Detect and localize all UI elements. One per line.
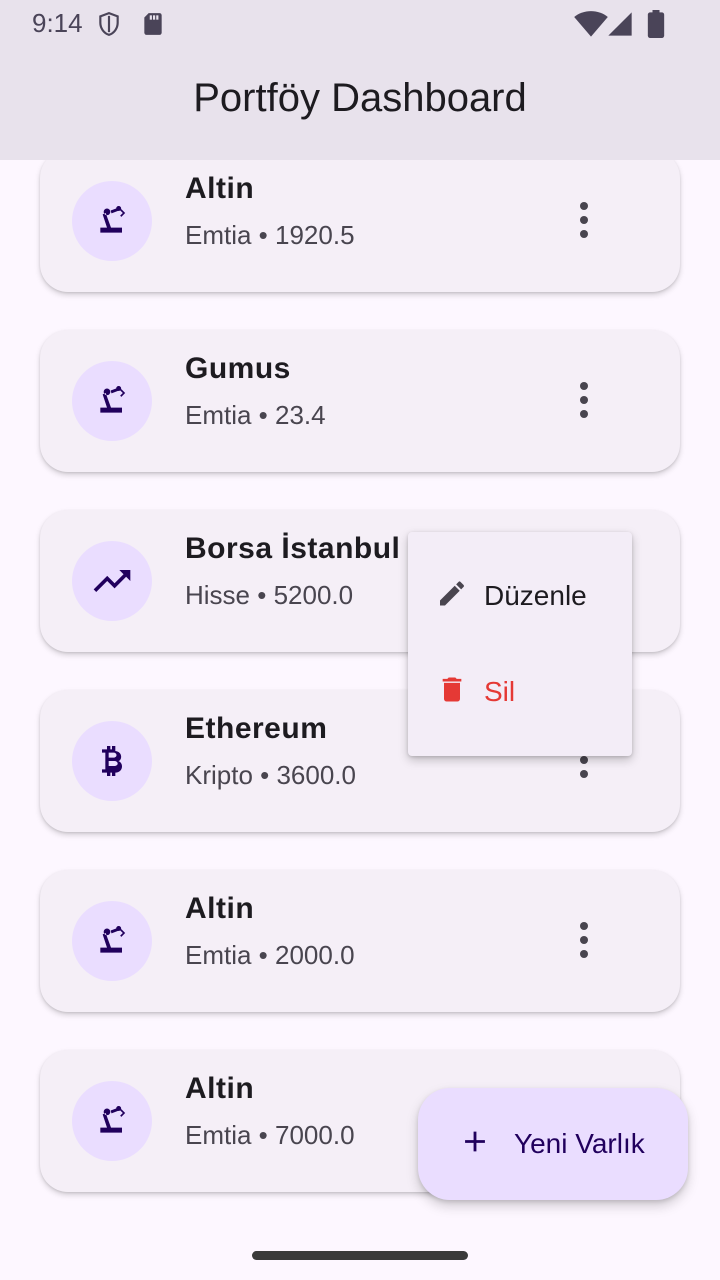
asset-subtitle: Emtia • 7000.0 bbox=[185, 1120, 355, 1150]
asset-popup-menu: Düzenle Sil bbox=[408, 532, 632, 756]
more-vert-icon[interactable] bbox=[560, 908, 608, 972]
precision-manufacturing-icon bbox=[72, 181, 152, 261]
add-asset-button[interactable]: Yeni Varlık bbox=[418, 1088, 688, 1200]
page-title: Portföy Dashboard bbox=[193, 76, 527, 120]
menu-item-delete[interactable]: Sil bbox=[408, 644, 632, 740]
fab-label: Yeni Varlık bbox=[514, 1128, 645, 1159]
bitcoin-icon bbox=[72, 721, 152, 801]
home-indicator[interactable] bbox=[252, 1251, 468, 1260]
menu-item-edit[interactable]: Düzenle bbox=[408, 548, 632, 644]
wifi-icon bbox=[574, 10, 608, 43]
asset-subtitle: Emtia • 23.4 bbox=[185, 400, 326, 430]
asset-name: Borsa İstanbul bbox=[185, 532, 401, 565]
more-vert-icon[interactable] bbox=[560, 188, 608, 252]
asset-subtitle: Emtia • 1920.5 bbox=[185, 220, 355, 250]
asset-card[interactable]: Gumus Emtia • 23.4 bbox=[40, 330, 680, 472]
precision-manufacturing-icon bbox=[72, 901, 152, 981]
asset-subtitle: Hisse • 5200.0 bbox=[185, 580, 354, 610]
asset-subtitle: Kripto • 3600.0 bbox=[185, 760, 356, 790]
signal-icon bbox=[606, 10, 634, 43]
menu-item-label: Düzenle bbox=[484, 580, 587, 611]
precision-manufacturing-icon bbox=[72, 1081, 152, 1161]
add-icon bbox=[458, 1125, 492, 1164]
precision-manufacturing-icon bbox=[72, 361, 152, 441]
menu-item-label: Sil bbox=[484, 676, 516, 707]
status-bar: 9:14 bbox=[0, 0, 720, 48]
asset-card[interactable]: Altin Emtia • 1920.5 bbox=[40, 150, 680, 292]
delete-icon bbox=[436, 674, 468, 711]
status-time: 9:14 bbox=[32, 8, 83, 38]
asset-subtitle: Emtia • 2000.0 bbox=[185, 940, 355, 970]
asset-name: Altin bbox=[185, 1072, 255, 1105]
trending-up-icon bbox=[72, 541, 152, 621]
asset-name: Altin bbox=[185, 892, 255, 925]
more-vert-icon[interactable] bbox=[560, 368, 608, 432]
battery-icon bbox=[644, 10, 668, 43]
app-bar: 9:14 Portföy Dashboard bbox=[0, 0, 720, 160]
asset-name: Ethereum bbox=[185, 712, 328, 745]
asset-card[interactable]: Altin Emtia • 2000.0 bbox=[40, 870, 680, 1012]
edit-icon bbox=[436, 578, 468, 615]
asset-name: Altin bbox=[185, 172, 255, 205]
asset-name: Gumus bbox=[185, 352, 291, 385]
shield-icon bbox=[96, 10, 122, 43]
sd-card-icon bbox=[140, 10, 166, 43]
